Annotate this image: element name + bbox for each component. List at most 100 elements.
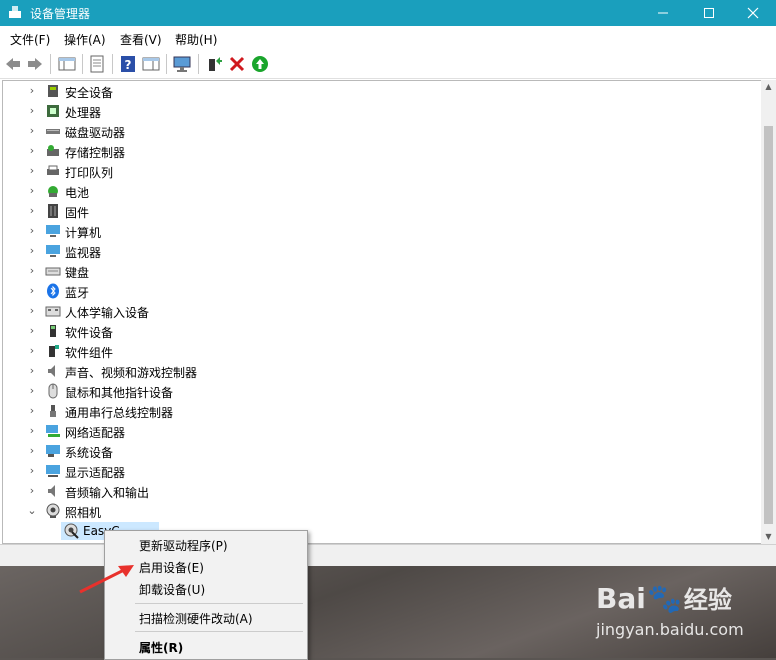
minimize-icon bbox=[658, 12, 668, 14]
scroll-up-icon[interactable]: ▲ bbox=[761, 80, 776, 94]
chevron-down-icon[interactable]: ⌄ bbox=[26, 505, 38, 517]
chevron-right-icon[interactable]: › bbox=[26, 325, 38, 337]
speaker-icon bbox=[48, 365, 55, 377]
tree-item[interactable]: › 音频输入和输出 bbox=[3, 481, 743, 501]
menu-view[interactable]: 查看(V) bbox=[120, 31, 162, 48]
tree-item[interactable]: › 计算机 bbox=[3, 221, 743, 241]
chevron-right-icon[interactable]: › bbox=[26, 205, 38, 217]
red-arrow-annotation bbox=[79, 565, 134, 594]
scroll-down-icon[interactable]: ▼ bbox=[761, 530, 776, 544]
title-bar[interactable]: 设备管理器 bbox=[0, 0, 776, 26]
tree-item[interactable]: › 键盘 bbox=[3, 261, 743, 281]
hid-icon bbox=[45, 306, 61, 317]
chevron-right-icon[interactable]: › bbox=[26, 165, 38, 177]
uninstall-device-icon[interactable] bbox=[228, 55, 246, 73]
chevron-right-icon[interactable]: › bbox=[26, 285, 38, 297]
tree-item-label: 固件 bbox=[65, 206, 90, 220]
maximize-button[interactable] bbox=[686, 0, 732, 26]
tree-item[interactable]: ⌄ 照相机 bbox=[3, 501, 743, 521]
chevron-right-icon[interactable]: › bbox=[26, 385, 38, 397]
properties-icon[interactable] bbox=[88, 55, 106, 73]
help-icon[interactable]: ? bbox=[119, 55, 137, 73]
tree-item[interactable]: › 电池 bbox=[3, 181, 743, 201]
tree-item-label: 蓝牙 bbox=[65, 286, 90, 300]
chevron-right-icon[interactable]: › bbox=[26, 85, 38, 97]
tree-item[interactable]: › 软件组件 bbox=[3, 341, 743, 361]
software-component-icon bbox=[49, 345, 59, 357]
chevron-right-icon[interactable]: › bbox=[26, 105, 38, 117]
action-pane-icon[interactable] bbox=[142, 55, 160, 73]
security-device-icon bbox=[48, 85, 58, 97]
chevron-right-icon[interactable]: › bbox=[26, 265, 38, 277]
tree-item[interactable]: › 存储控制器 bbox=[3, 141, 743, 161]
minimize-button[interactable] bbox=[640, 0, 686, 26]
tree-item-label: 软件设备 bbox=[65, 326, 114, 340]
chevron-right-icon[interactable]: › bbox=[26, 405, 38, 417]
camera-icon bbox=[46, 503, 60, 518]
tree-item[interactable]: › 磁盘驱动器 bbox=[3, 121, 743, 141]
watermark-brand: Bai🐾经验 bbox=[596, 582, 732, 615]
chevron-right-icon[interactable]: › bbox=[26, 225, 38, 237]
tree-item[interactable]: › 鼠标和其他指针设备 bbox=[3, 381, 743, 401]
menu-enable-device[interactable]: 启用设备(E) bbox=[139, 559, 204, 576]
tree-item[interactable]: › 系统设备 bbox=[3, 441, 743, 461]
menu-help[interactable]: 帮助(H) bbox=[175, 31, 217, 48]
tree-item-label: 监视器 bbox=[65, 246, 102, 260]
printer-icon bbox=[47, 165, 59, 175]
chevron-right-icon[interactable]: › bbox=[26, 425, 38, 437]
tree-item[interactable]: › 处理器 bbox=[3, 101, 743, 121]
menu-file[interactable]: 文件(F) bbox=[10, 31, 50, 48]
chevron-right-icon[interactable]: › bbox=[26, 485, 38, 497]
menu-uninstall-device[interactable]: 卸载设备(U) bbox=[139, 581, 205, 598]
enable-device-icon[interactable] bbox=[251, 55, 269, 73]
display-adapter-icon bbox=[46, 465, 60, 477]
tree-item[interactable]: › 监视器 bbox=[3, 241, 743, 261]
chevron-right-icon[interactable]: › bbox=[26, 145, 38, 157]
keyboard-icon bbox=[45, 267, 61, 276]
watermark-url: jingyan.baidu.com bbox=[596, 620, 744, 639]
tree-item[interactable]: › 网络适配器 bbox=[3, 421, 743, 441]
scan-hardware-icon[interactable] bbox=[173, 55, 191, 73]
chevron-right-icon[interactable]: › bbox=[26, 445, 38, 457]
tree-item[interactable]: › 安全设备 bbox=[3, 81, 743, 101]
menu-scan-hardware[interactable]: 扫描检测硬件改动(A) bbox=[139, 610, 253, 627]
tree-item-label: 键盘 bbox=[65, 266, 90, 280]
computer-icon bbox=[46, 225, 60, 237]
tree-item-label: 网络适配器 bbox=[65, 426, 126, 440]
tree-item[interactable]: › 蓝牙 bbox=[3, 281, 743, 301]
battery-icon bbox=[48, 186, 58, 197]
device-manager-icon bbox=[9, 6, 21, 18]
chevron-right-icon[interactable]: › bbox=[26, 345, 38, 357]
show-hide-console-tree-icon[interactable] bbox=[58, 55, 76, 73]
tree-item[interactable]: › 声音、视频和游戏控制器 bbox=[3, 361, 743, 381]
forward-icon[interactable] bbox=[26, 55, 44, 73]
tree-item[interactable]: › 固件 bbox=[3, 201, 743, 221]
tree-item[interactable]: › 显示适配器 bbox=[3, 461, 743, 481]
chevron-right-icon[interactable]: › bbox=[26, 305, 38, 317]
tree-item[interactable]: › 软件设备 bbox=[3, 321, 743, 341]
tree-item-label: 打印队列 bbox=[65, 166, 114, 180]
storage-controller-icon bbox=[47, 145, 59, 156]
menu-action[interactable]: 操作(A) bbox=[64, 31, 106, 48]
close-button[interactable] bbox=[730, 0, 776, 26]
menu-bar: 文件(F) 操作(A) 查看(V) 帮助(H) bbox=[0, 26, 776, 50]
scroll-thumb[interactable] bbox=[764, 126, 773, 524]
chevron-right-icon[interactable]: › bbox=[26, 185, 38, 197]
tree-item[interactable]: › 人体学输入设备 bbox=[3, 301, 743, 321]
menu-properties[interactable]: 属性(R) bbox=[139, 639, 183, 656]
chevron-right-icon[interactable]: › bbox=[26, 245, 38, 257]
chevron-right-icon[interactable]: › bbox=[26, 465, 38, 477]
tree-item-label: 人体学输入设备 bbox=[65, 306, 150, 320]
tree-item-label: 软件组件 bbox=[65, 346, 114, 360]
menu-update-driver[interactable]: 更新驱动程序(P) bbox=[139, 537, 228, 554]
chevron-right-icon[interactable]: › bbox=[26, 365, 38, 377]
update-driver-icon[interactable] bbox=[205, 55, 223, 73]
vertical-scrollbar[interactable]: ▲ ▼ bbox=[761, 80, 776, 544]
tree-item-label: 安全设备 bbox=[65, 86, 114, 100]
tree-item[interactable]: › 通用串行总线控制器 bbox=[3, 401, 743, 421]
back-icon[interactable] bbox=[4, 55, 22, 73]
tree-item[interactable]: › 打印队列 bbox=[3, 161, 743, 181]
chevron-right-icon[interactable]: › bbox=[26, 125, 38, 137]
monitor-icon bbox=[46, 245, 60, 257]
toolbar: ? bbox=[0, 50, 776, 79]
